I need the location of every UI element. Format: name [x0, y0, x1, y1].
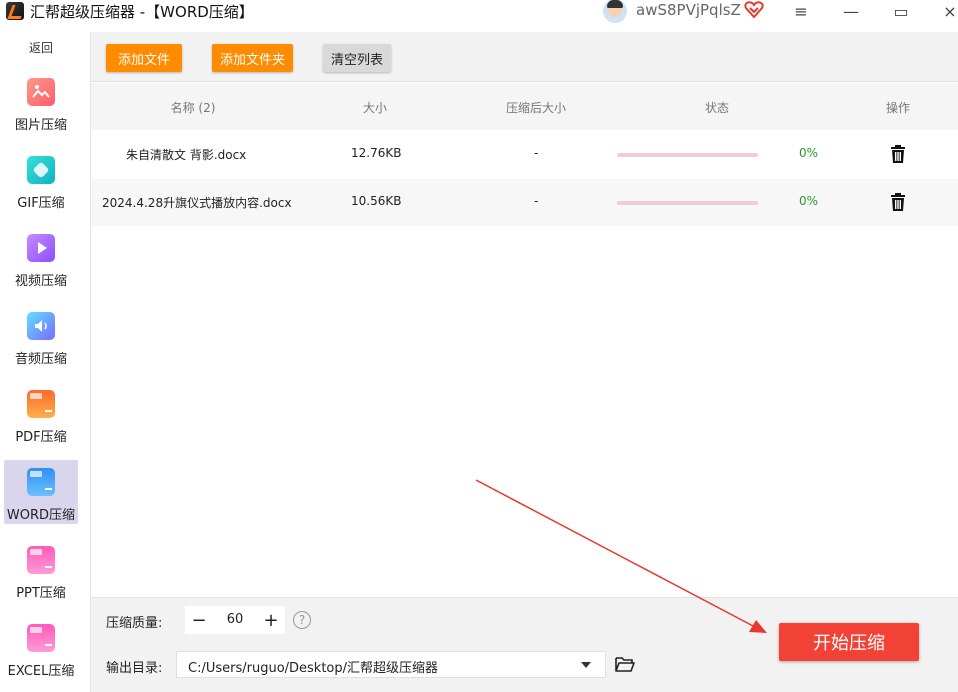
- output-dir-label: 输出目录:: [106, 661, 163, 676]
- window-title: 汇帮超级压缩器 -【WORD压缩】: [30, 3, 254, 21]
- file-name: 2024.4.28升旗仪式播放内容.docx: [102, 196, 292, 210]
- sidebar-item-excel[interactable]: EXCEL压缩: [4, 616, 78, 680]
- app-window: 汇帮超级压缩器 -【WORD压缩】 awS8PVjPqlsZ ≡ — ▭ × 返…: [0, 0, 958, 692]
- quality-value[interactable]: 60: [213, 612, 257, 627]
- ppt-compress-icon: [27, 546, 55, 574]
- sidebar-item-video[interactable]: 视频压缩: [4, 226, 78, 290]
- file-size: 12.76KB: [351, 146, 402, 160]
- sidebar-item-label: PDF压缩: [15, 430, 67, 445]
- add-file-button[interactable]: 添加文件: [106, 44, 182, 72]
- sidebar-item-label: PPT压缩: [16, 586, 66, 601]
- column-header-action: 操作: [885, 101, 910, 115]
- video-compress-icon: [27, 234, 55, 262]
- file-table: 名称 (2) 大小 压缩后大小 状态 操作 朱自清散文 背影.docx 12.7…: [91, 83, 958, 597]
- excel-compress-icon: [27, 624, 55, 652]
- sidebar-item-label: 图片压缩: [14, 118, 67, 133]
- toolbar: 添加文件 添加文件夹 清空列表: [91, 32, 958, 82]
- sidebar-item-label: GIF压缩: [17, 196, 65, 211]
- progress-bar: [617, 153, 758, 157]
- maximize-icon[interactable]: ▭: [889, 0, 913, 22]
- table-row[interactable]: 朱自清散文 背影.docx 12.76KB - 0%: [91, 131, 958, 178]
- trash-icon[interactable]: [889, 192, 907, 212]
- column-header-compressed-size: 压缩后大小: [505, 101, 566, 115]
- word-compress-icon: [27, 468, 55, 496]
- folder-open-icon[interactable]: [615, 656, 635, 672]
- output-dir-select[interactable]: C:/Users/ruguo/Desktop/汇帮超级压缩器: [176, 651, 606, 678]
- close-icon[interactable]: ×: [938, 0, 958, 22]
- sidebar-item-label: EXCEL压缩: [7, 664, 75, 679]
- audio-compress-icon: [27, 312, 55, 340]
- column-header-name: 名称 (2): [170, 101, 216, 115]
- sidebar-item-image[interactable]: 图片压缩: [4, 70, 78, 134]
- output-dir-value: C:/Users/ruguo/Desktop/汇帮超级压缩器: [188, 661, 439, 676]
- add-folder-button[interactable]: 添加文件夹: [212, 44, 293, 72]
- file-size: 10.56KB: [351, 194, 402, 208]
- sidebar-item-ppt[interactable]: PPT压缩: [4, 538, 78, 602]
- settings-panel: 压缩质量: − 60 + ? 输出目录: C:/Users/ruguo/Desk…: [91, 597, 958, 692]
- user-name[interactable]: awS8PVjPqlsZ: [636, 1, 741, 19]
- vip-heart-icon[interactable]: [744, 1, 764, 19]
- sidebar-item-word[interactable]: WORD压缩: [4, 460, 78, 524]
- progress-percent: 0%: [799, 146, 819, 160]
- title-bar: 汇帮超级压缩器 -【WORD压缩】 awS8PVjPqlsZ ≡ — ▭ ×: [0, 0, 958, 23]
- back-link[interactable]: 返回: [0, 39, 82, 56]
- decrement-button[interactable]: −: [185, 606, 213, 634]
- image-compress-icon: [27, 78, 55, 106]
- sidebar-item-label: 视频压缩: [14, 274, 67, 289]
- menu-icon[interactable]: ≡: [789, 0, 813, 22]
- sidebar-item-gif[interactable]: GIF压缩: [4, 148, 78, 212]
- gif-compress-icon: [27, 156, 55, 184]
- trash-icon[interactable]: [889, 144, 907, 164]
- app-logo-icon: [6, 2, 24, 20]
- sidebar-item-label: 音频压缩: [14, 352, 67, 367]
- chevron-down-icon: [581, 662, 591, 668]
- minimize-icon[interactable]: —: [839, 0, 863, 22]
- sidebar-item-pdf[interactable]: PDF压缩: [4, 382, 78, 446]
- compressed-size: -: [534, 194, 539, 208]
- help-icon[interactable]: ?: [293, 611, 311, 629]
- table-row[interactable]: 2024.4.28升旗仪式播放内容.docx 10.56KB - 0%: [91, 179, 958, 226]
- clear-list-button[interactable]: 清空列表: [323, 44, 391, 72]
- increment-button[interactable]: +: [257, 606, 285, 634]
- table-header: 名称 (2) 大小 压缩后大小 状态 操作: [91, 83, 958, 130]
- start-compress-button[interactable]: 开始压缩: [779, 623, 919, 661]
- sidebar: 返回 图片压缩 GIF压缩 视频压缩 音频压缩 PDF压缩 WORD压缩 PPT…: [0, 32, 82, 692]
- progress-percent: 0%: [799, 194, 819, 208]
- column-header-status: 状态: [704, 101, 729, 115]
- compressed-size: -: [534, 146, 539, 160]
- quality-label: 压缩质量:: [106, 616, 163, 631]
- avatar[interactable]: [603, 0, 627, 23]
- pdf-compress-icon: [27, 390, 55, 418]
- sidebar-item-label: WORD压缩: [6, 508, 76, 523]
- file-name: 朱自清散文 背影.docx: [126, 148, 247, 162]
- sidebar-item-audio[interactable]: 音频压缩: [4, 304, 78, 368]
- progress-bar: [617, 201, 758, 205]
- column-header-size: 大小: [362, 101, 387, 115]
- quality-stepper: − 60 +: [185, 606, 285, 634]
